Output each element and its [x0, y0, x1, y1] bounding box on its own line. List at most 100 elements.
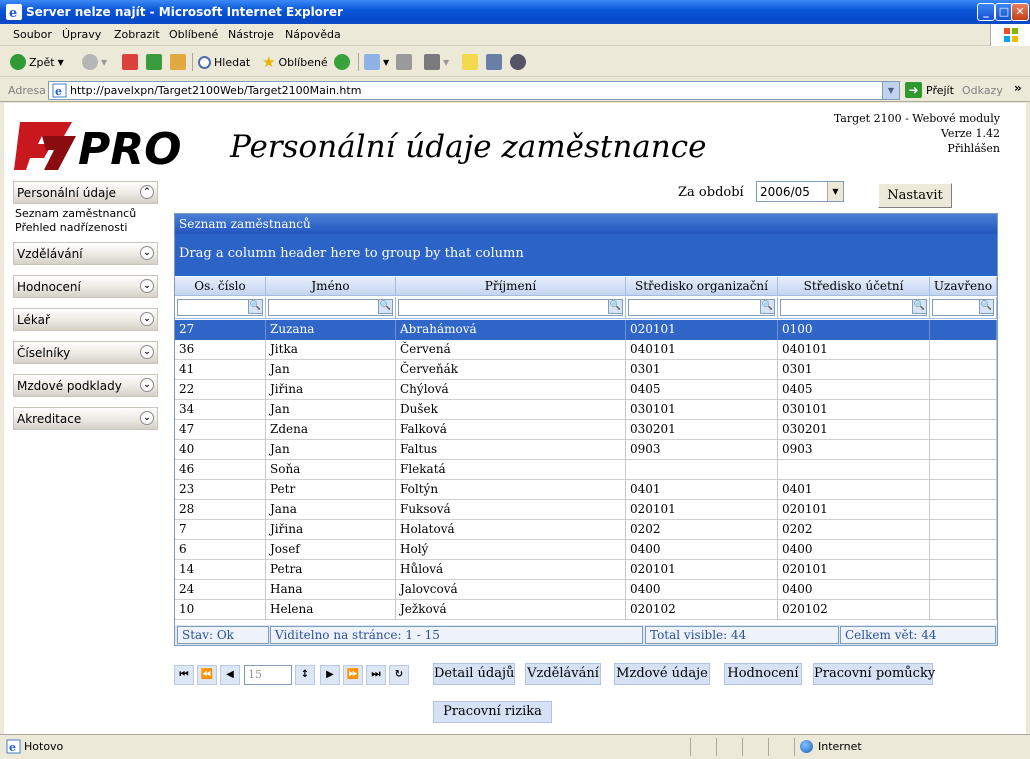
- filter-search-icon[interactable]: 🔍: [378, 299, 393, 314]
- cell-jmeno: Josef: [266, 540, 396, 560]
- menu-nastroje[interactable]: Nástroje: [228, 28, 274, 41]
- table-row[interactable]: 6 Josef Holý 0400 0400: [175, 540, 997, 560]
- table-row[interactable]: 22 Jiřina Chýlová 0405 0405: [175, 380, 997, 400]
- back-button[interactable]: Zpět ▼: [10, 52, 64, 72]
- menu-zobrazit[interactable]: Zobrazit: [114, 28, 160, 41]
- table-row[interactable]: 28 Jana Fuksová 020101 020101: [175, 500, 997, 520]
- sidebar-section-mzdove-podklady[interactable]: Mzdové podklady ⌄: [13, 374, 158, 397]
- detail-udaju-button[interactable]: Detail údajů: [433, 663, 515, 685]
- hodnoceni-button[interactable]: Hodnocení: [724, 663, 802, 685]
- sidebar-section-akreditace[interactable]: Akreditace ⌄: [13, 407, 158, 430]
- sidebar-section-vzdelavani[interactable]: Vzdělávání ⌄: [13, 242, 158, 265]
- column-header-stredisko-ucetni[interactable]: Středisko účetní: [778, 277, 930, 296]
- menu-napoveda[interactable]: Nápověda: [285, 28, 341, 41]
- address-dropdown-icon[interactable]: ▼: [882, 82, 899, 99]
- previous-page-button[interactable]: ◀: [220, 665, 240, 685]
- table-row[interactable]: 34 Jan Dušek 030101 030101: [175, 400, 997, 420]
- sidebar-section-lekar[interactable]: Lékař ⌄: [13, 308, 158, 331]
- favorites-button[interactable]: ★ Oblíbené: [262, 52, 328, 72]
- filter-search-icon[interactable]: 🔍: [248, 299, 263, 314]
- filter-input[interactable]: [780, 299, 927, 316]
- sidebar-section-ciselniky[interactable]: Číselníky ⌄: [13, 341, 158, 364]
- table-row[interactable]: 46 Soňa Flekatá: [175, 460, 997, 480]
- filter-search-icon[interactable]: 🔍: [608, 299, 623, 314]
- filter-search-icon[interactable]: 🔍: [760, 299, 775, 314]
- table-row[interactable]: 14 Petra Hůlová 020101 020101: [175, 560, 997, 580]
- svg-text:e: e: [55, 85, 62, 98]
- cell-jmeno: Zdena: [266, 420, 396, 440]
- edit-button[interactable]: ▼: [424, 52, 449, 72]
- links-label[interactable]: Odkazy: [962, 84, 1003, 97]
- vzdelavani-button[interactable]: Vzdělávání: [525, 663, 601, 685]
- home-button[interactable]: [170, 52, 186, 72]
- column-header-uzavreno[interactable]: Uzavřeno: [930, 277, 997, 296]
- expand-icon[interactable]: ⌄: [140, 246, 154, 260]
- filter-input[interactable]: [268, 299, 393, 316]
- table-row[interactable]: 36 Jitka Červená 040101 040101: [175, 340, 997, 360]
- research-button[interactable]: [486, 52, 502, 72]
- refresh-button[interactable]: [146, 52, 162, 72]
- mail-button[interactable]: ▼: [364, 52, 389, 72]
- period-select[interactable]: 2006/05 ▼: [756, 181, 844, 202]
- menu-upravy[interactable]: Úpravy: [62, 28, 101, 41]
- filter-input[interactable]: [398, 299, 623, 316]
- set-period-button[interactable]: Nastavit: [878, 183, 952, 208]
- table-row[interactable]: 24 Hana Jalovcová 0400 0400: [175, 580, 997, 600]
- expand-icon[interactable]: ⌄: [140, 411, 154, 425]
- table-row[interactable]: 10 Helena Ježková 020102 020102: [175, 600, 997, 620]
- chevron-down-icon[interactable]: ▼: [827, 182, 843, 201]
- table-row[interactable]: 40 Jan Faltus 0903 0903: [175, 440, 997, 460]
- minimize-button[interactable]: _: [977, 3, 995, 21]
- address-input[interactable]: e http://pavelxpn/Target2100Web/Target21…: [48, 81, 900, 100]
- cell-stredisko-organizacni: 030201: [626, 420, 778, 440]
- stop-button[interactable]: [122, 52, 138, 72]
- column-header-os-cislo[interactable]: Os. číslo: [175, 277, 266, 296]
- page-size-input[interactable]: 15: [244, 665, 292, 685]
- menu-oblibene[interactable]: Oblíbené: [169, 28, 218, 41]
- previous-block-button[interactable]: ⏪: [197, 665, 217, 685]
- pracovni-pomucky-button[interactable]: Pracovní pomůcky: [813, 663, 935, 685]
- sidebar-section-personalni-udaje[interactable]: Personální údaje ⌃: [13, 181, 158, 204]
- filter-os-cislo: 🔍: [175, 297, 266, 319]
- expand-icon[interactable]: ⌄: [140, 312, 154, 326]
- last-page-button[interactable]: ⏭: [366, 665, 386, 685]
- expand-icon[interactable]: ⌄: [140, 378, 154, 392]
- sidebar-item-prehled-nadrizenosti[interactable]: Přehled nadřízenosti: [15, 221, 127, 234]
- print-button[interactable]: [396, 52, 412, 72]
- refresh-grid-button[interactable]: ↻: [389, 665, 409, 685]
- column-header-prijmeni[interactable]: Příjmení: [396, 277, 626, 296]
- expand-icon[interactable]: ⌄: [140, 279, 154, 293]
- group-by-area[interactable]: Drag a column header here to group by th…: [175, 234, 997, 276]
- sidebar-item-seznam-zamestnancu[interactable]: Seznam zaměstnanců: [15, 207, 136, 220]
- links-more-icon[interactable]: »: [1014, 81, 1022, 95]
- page-size-apply-button[interactable]: ↕: [295, 665, 315, 685]
- messenger-button[interactable]: [510, 52, 526, 72]
- close-button[interactable]: ✕: [1011, 3, 1029, 21]
- media-button[interactable]: [334, 52, 350, 72]
- first-page-button[interactable]: ⏮: [174, 665, 194, 685]
- next-block-button[interactable]: ⏩: [343, 665, 363, 685]
- cell-os-cislo: 40: [175, 440, 266, 460]
- filter-search-icon[interactable]: 🔍: [912, 299, 927, 314]
- filter-input[interactable]: [628, 299, 775, 316]
- table-row[interactable]: 47 Zdena Falková 030201 030201: [175, 420, 997, 440]
- column-header-stredisko-organizacni[interactable]: Středisko organizační: [626, 277, 778, 296]
- next-page-button[interactable]: ▶: [320, 665, 340, 685]
- table-row[interactable]: 41 Jan Červeňák 0301 0301: [175, 360, 997, 380]
- expand-icon[interactable]: ⌄: [140, 345, 154, 359]
- collapse-icon[interactable]: ⌃: [140, 185, 154, 199]
- menu-soubor[interactable]: Soubor: [13, 28, 52, 41]
- search-button[interactable]: Hledat: [198, 52, 250, 72]
- go-button[interactable]: ➜ Přejít: [905, 82, 954, 98]
- cell-jmeno: Petra: [266, 560, 396, 580]
- pracovni-rizika-button[interactable]: Pracovní rizika: [433, 701, 552, 723]
- table-row[interactable]: 7 Jiřina Holatová 0202 0202: [175, 520, 997, 540]
- discuss-button[interactable]: [462, 52, 478, 72]
- mzdove-udaje-button[interactable]: Mzdové údaje: [614, 663, 710, 685]
- column-header-jmeno[interactable]: Jméno: [266, 277, 396, 296]
- table-row[interactable]: 23 Petr Foltýn 0401 0401: [175, 480, 997, 500]
- sidebar-section-hodnoceni[interactable]: Hodnocení ⌄: [13, 275, 158, 298]
- table-row[interactable]: 27 Zuzana Abrahámová 020101 0100: [175, 320, 997, 340]
- forward-button[interactable]: ▼: [82, 52, 107, 72]
- filter-search-icon[interactable]: 🔍: [979, 299, 994, 314]
